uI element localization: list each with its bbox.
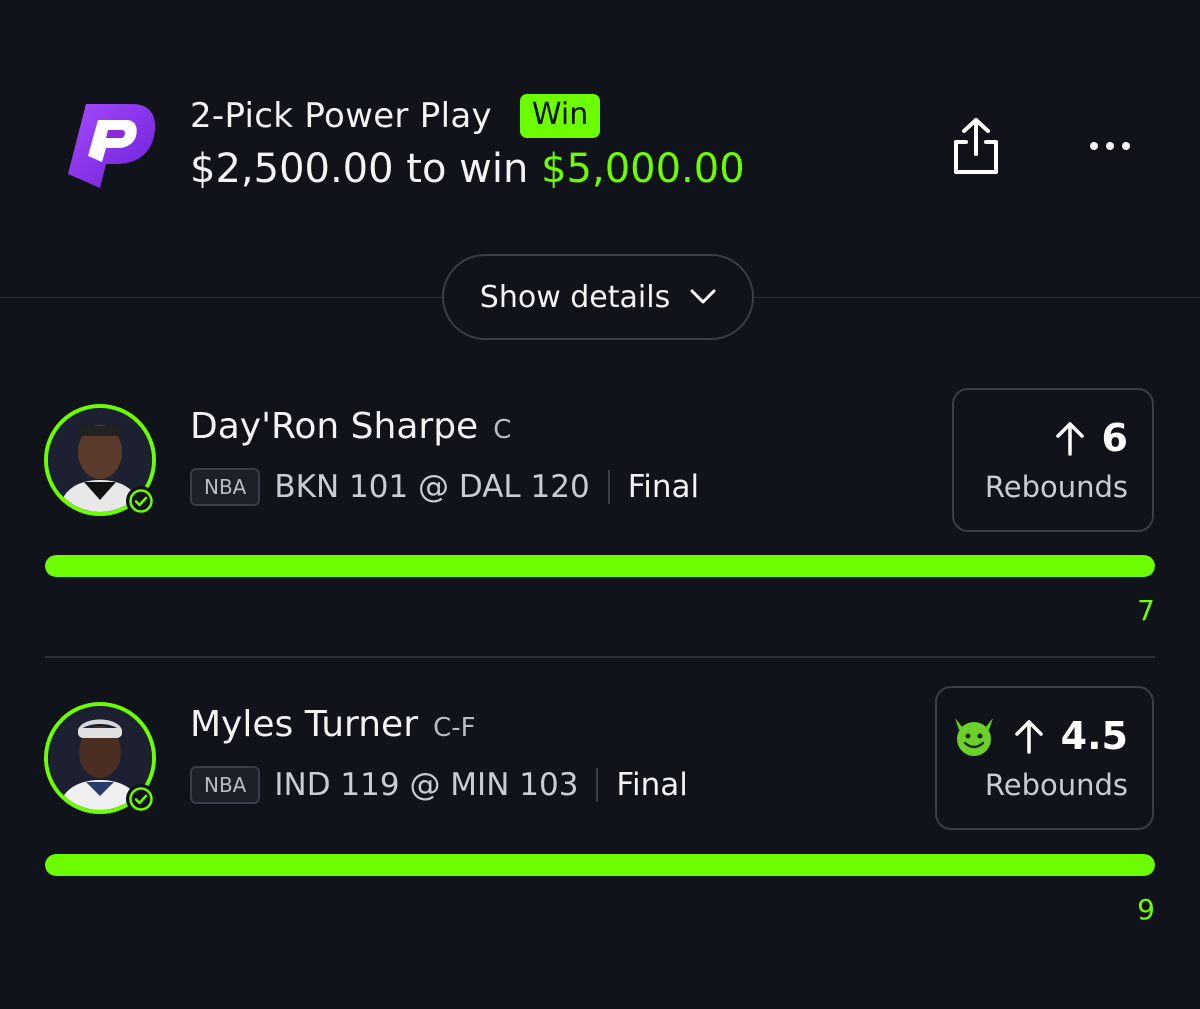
player-position: C <box>493 415 512 445</box>
player-avatar <box>44 404 156 516</box>
game-info-row: NBA BKN 101 @ DAL 120 Final <box>190 468 699 506</box>
progress-fill <box>45 854 1155 876</box>
entry-title-row: 2-Pick Power Play Win <box>190 94 601 138</box>
check-circle-icon <box>126 784 156 814</box>
player-name-row: Myles Turner C-F <box>190 704 476 745</box>
game-status: Final <box>616 767 688 803</box>
projection-box[interactable]: 6 Rebounds <box>952 388 1154 532</box>
actual-value: 7 <box>1137 594 1155 627</box>
separator <box>596 768 599 802</box>
payout-amount: $5,000.00 <box>541 146 745 192</box>
pick-divider <box>45 656 1155 658</box>
share-icon[interactable] <box>950 116 1002 178</box>
player-name: Myles Turner <box>190 704 418 745</box>
league-badge: NBA <box>190 468 261 506</box>
player-position: C-F <box>433 713 476 743</box>
actual-value: 9 <box>1137 893 1155 926</box>
entry-title: 2-Pick Power Play <box>190 96 492 136</box>
check-circle-icon <box>126 486 156 516</box>
game-status: Final <box>627 469 700 505</box>
demon-icon <box>954 718 993 756</box>
more-icon[interactable] <box>1084 128 1136 164</box>
result-badge: Win <box>519 94 601 138</box>
chevron-down-icon <box>690 289 716 304</box>
arrow-up-icon <box>1014 720 1043 754</box>
prizepicks-logo <box>64 96 160 192</box>
stat-type: Rebounds <box>984 470 1128 504</box>
game-score: BKN 101 @ DAL 120 <box>274 469 590 505</box>
to-win-text: to win <box>406 146 529 192</box>
arrow-up-icon <box>1055 422 1084 456</box>
line-value: 6 <box>1101 416 1128 460</box>
show-details-label: Show details <box>479 279 671 315</box>
game-score: IND 119 @ MIN 103 <box>274 767 579 803</box>
stake-amount: $2,500.00 <box>190 146 394 192</box>
line-value: 4.5 <box>1060 714 1128 758</box>
separator <box>607 470 610 504</box>
game-info-row: NBA IND 119 @ MIN 103 Final <box>190 766 688 804</box>
player-name-row: Day'Ron Sharpe C <box>190 406 511 447</box>
progress-bar <box>45 854 1155 876</box>
progress-bar <box>45 555 1155 577</box>
player-avatar <box>44 702 156 814</box>
show-details-button[interactable]: Show details <box>442 254 754 340</box>
progress-fill <box>45 555 1155 577</box>
stat-type: Rebounds <box>984 768 1128 802</box>
projection-box[interactable]: 4.5 Rebounds <box>935 686 1154 830</box>
player-name: Day'Ron Sharpe <box>190 406 479 447</box>
league-badge: NBA <box>190 766 261 804</box>
entry-amount: $2,500.00 to win $5,000.00 <box>190 146 745 192</box>
